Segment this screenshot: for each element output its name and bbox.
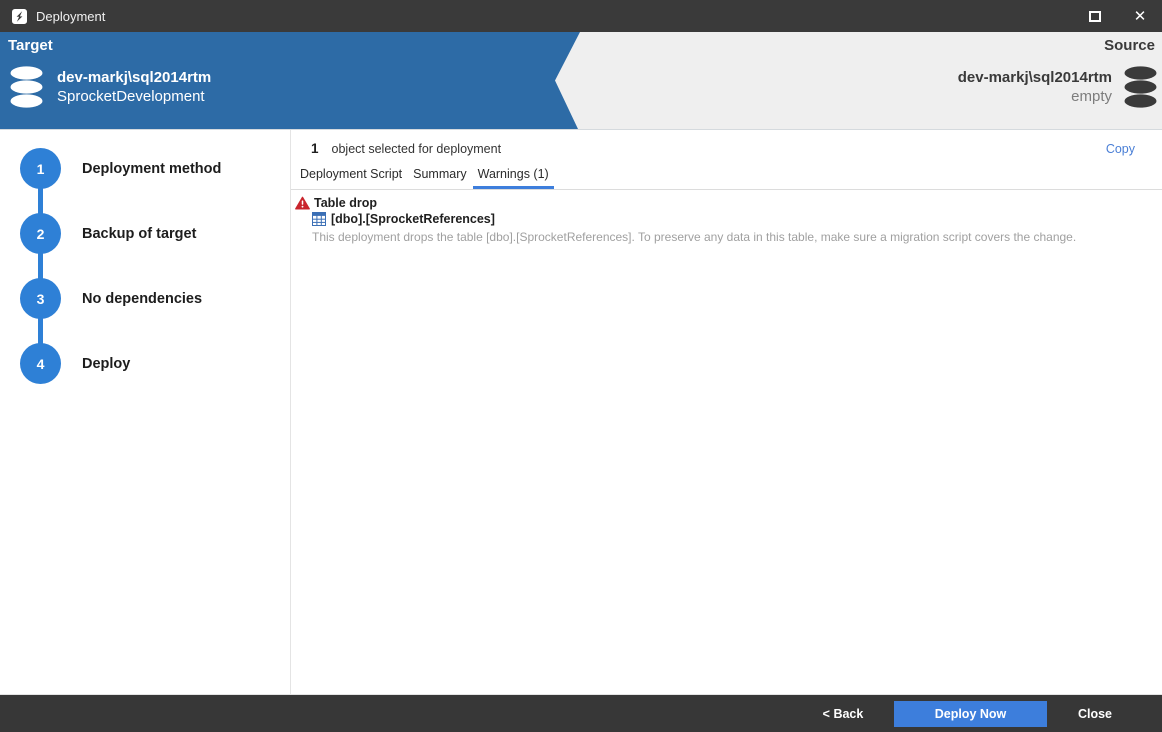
step-number-badge: 1 — [20, 148, 61, 189]
selection-summary: 1 object selected for deployment Copy — [291, 130, 1162, 157]
step-label: Deploy — [82, 356, 130, 372]
step-item-no-dependencies[interactable]: 3 No dependencies — [20, 278, 202, 319]
warning-description: This deployment drops the table [dbo].[S… — [312, 230, 1142, 244]
tab-summary[interactable]: Summary — [408, 167, 471, 189]
steps-sidebar: 1 Deployment method 2 Backup of target 3… — [0, 130, 291, 695]
tab-warnings[interactable]: Warnings (1) — [473, 167, 554, 189]
source-text: dev-markj\sql2014rtm empty — [958, 68, 1112, 106]
back-button[interactable]: < Back — [798, 701, 888, 727]
warning-icon — [295, 196, 310, 210]
content-area: 1 Deployment method 2 Backup of target 3… — [0, 130, 1162, 695]
step-number-badge: 4 — [20, 343, 61, 384]
step-item-deployment-method[interactable]: 1 Deployment method — [20, 148, 221, 189]
close-button[interactable]: Close — [1047, 701, 1143, 727]
warning-title: Table drop — [314, 196, 377, 210]
target-database-name: SprocketDevelopment — [57, 87, 211, 106]
step-connector-line — [38, 169, 43, 364]
tab-deployment-script[interactable]: Deployment Script — [295, 167, 407, 189]
copy-link[interactable]: Copy — [1106, 142, 1135, 156]
comparison-header: Target dev-markj\sql2014rtm SprocketDeve… — [0, 32, 1162, 130]
deploy-now-button[interactable]: Deploy Now — [894, 701, 1047, 727]
target-info: dev-markj\sql2014rtm SprocketDevelopment — [10, 66, 211, 108]
maximize-icon — [1089, 11, 1101, 22]
selection-description: object selected for deployment — [332, 142, 502, 157]
step-item-deploy[interactable]: 4 Deploy — [20, 343, 130, 384]
step-label: Deployment method — [82, 161, 221, 177]
source-database-icon — [1124, 66, 1157, 108]
target-database-icon — [10, 66, 43, 108]
window-title: Deployment — [36, 9, 105, 24]
step-item-backup-of-target[interactable]: 2 Backup of target — [20, 213, 196, 254]
target-label: Target — [8, 37, 53, 54]
target-text: dev-markj\sql2014rtm SprocketDevelopment — [57, 68, 211, 106]
tab-bar: Deployment Script Summary Warnings (1) — [291, 167, 1162, 190]
source-server: dev-markj\sql2014rtm — [958, 68, 1112, 87]
target-server: dev-markj\sql2014rtm — [57, 68, 211, 87]
close-icon: ✕ — [1134, 9, 1147, 24]
source-database-name: empty — [958, 87, 1112, 106]
deployment-window: Deployment ✕ Target dev-markj\sql2014rtm… — [0, 0, 1162, 732]
title-bar: Deployment ✕ — [0, 0, 1162, 32]
warnings-list: Table drop [dbo].[SprocketReferences] Th… — [291, 190, 1162, 244]
table-icon — [312, 212, 326, 226]
step-number-badge: 3 — [20, 278, 61, 319]
step-number-badge: 2 — [20, 213, 61, 254]
selected-object-count: 1 — [311, 141, 319, 156]
warning-item: Table drop — [295, 196, 1142, 210]
warning-object-name: [dbo].[SprocketReferences] — [331, 212, 495, 226]
window-close-button[interactable]: ✕ — [1118, 0, 1162, 32]
maximize-button[interactable] — [1072, 0, 1118, 32]
step-label: Backup of target — [82, 226, 196, 242]
source-label: Source — [1104, 37, 1155, 54]
source-info: dev-markj\sql2014rtm empty — [958, 66, 1157, 108]
deployment-panel: 1 object selected for deployment Copy De… — [291, 130, 1162, 695]
warning-object-row: [dbo].[SprocketReferences] — [312, 212, 1142, 226]
footer-bar: < Back Deploy Now Close — [0, 694, 1162, 732]
app-icon — [12, 9, 27, 24]
window-controls: ✕ — [1072, 0, 1162, 32]
step-label: No dependencies — [82, 291, 202, 307]
